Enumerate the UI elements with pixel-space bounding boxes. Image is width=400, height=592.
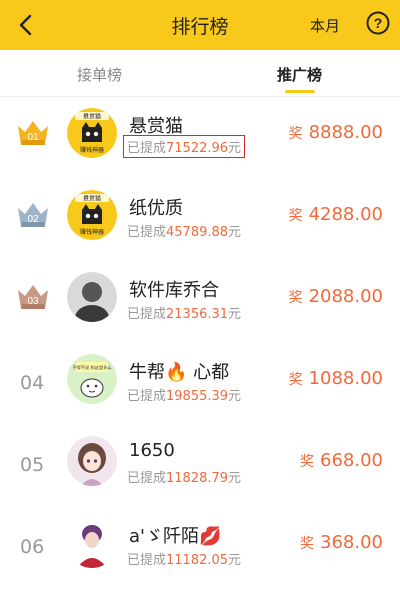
anime-girl-avatar [67, 436, 117, 486]
ranking-list: 01 悬赏猫 赚钱神器 悬赏猫 已提成71522.96元 奖8888.00 0 [0, 100, 400, 592]
avatar [67, 518, 117, 568]
ranking-row[interactable]: 01 悬赏猫 赚钱神器 悬赏猫 已提成71522.96元 奖 8888.00 [0, 100, 400, 182]
withdrawn-amount: 已提成45789.88元 [127, 225, 242, 240]
rank-number: 06 [20, 536, 45, 558]
reward-amount: 奖 8888.00 [288, 122, 383, 143]
page-title: 排行榜 [171, 16, 229, 38]
active-tab-indicator [285, 90, 315, 93]
withdrawn-amount: 已提成11182.05元 [127, 553, 242, 568]
rank-number: 03 [27, 296, 39, 307]
cat-logo-avatar: 悬赏猫 赚钱神器 [67, 108, 117, 158]
ranking-row[interactable]: 02 悬赏猫 赚钱神器 纸优质 已提成45789.88元 奖 4288.00 [0, 182, 400, 264]
person-avatar [67, 518, 117, 568]
svg-text:?: ? [374, 15, 383, 31]
avatar: 悬赏猫 赚钱神器 [67, 108, 117, 158]
cartoon-avatar: 不得不说 和这是多么 [67, 354, 117, 404]
reward-amount: 奖 4288.00 [288, 204, 383, 225]
withdrawn-amount: 已提成71522.96元 [123, 135, 246, 158]
cat-logo-avatar: 悬赏猫 赚钱神器 [67, 190, 117, 240]
avatar [67, 436, 117, 486]
user-name: 牛帮🔥 心都 [129, 362, 230, 383]
rank-number: 05 [20, 454, 45, 476]
ranking-row[interactable]: 05 1650 已提成11828.79元 奖 668.00 [0, 428, 400, 510]
ranking-row[interactable]: 03 软件库乔合 已提成21356.31元 奖 2088.00 [0, 264, 400, 346]
ranking-row[interactable]: 06 a'ゞ阡陌💋 已提成11182.05元 奖 368.00 [0, 510, 400, 592]
avatar: 悬赏猫 赚钱神器 [67, 190, 117, 240]
person-avatar [67, 272, 117, 322]
question-circle-icon[interactable]: ? [366, 11, 390, 35]
ranking-row[interactable]: 04 不得不说 和这是多么 牛帮🔥 心都 已提成19855.39元 奖 1088.… [0, 346, 400, 428]
withdrawn-amount: 已提成21356.31元 [127, 307, 242, 322]
avatar [67, 272, 117, 322]
svg-text:悬赏猫: 悬赏猫 [83, 113, 101, 121]
reward-amount: 奖 2088.00 [288, 286, 383, 307]
period-selector[interactable]: 本月 [310, 15, 340, 36]
tab-orders-ranking[interactable]: 接单榜 [77, 64, 122, 85]
bronze-crown-icon: 03 [18, 285, 48, 309]
tab-promotion-ranking[interactable]: 推广榜 [277, 64, 322, 85]
user-name: 1650 [129, 440, 175, 461]
rank-number: 01 [27, 132, 39, 143]
gold-crown-icon: 01 [18, 121, 48, 145]
withdrawn-amount: 已提成11828.79元 [127, 471, 242, 486]
silver-crown-icon: 02 [18, 203, 48, 227]
rank-number: 02 [27, 214, 39, 225]
avatar: 不得不说 和这是多么 [67, 354, 117, 404]
tab-bar: 接单榜 推广榜 [0, 50, 400, 97]
header-bar: 排行榜 本月 ? [0, 0, 400, 50]
svg-text:悬赏猫: 悬赏猫 [83, 195, 101, 203]
svg-text:赚钱神器: 赚钱神器 [80, 146, 104, 154]
svg-text:不得不说 和这是多么: 不得不说 和这是多么 [72, 364, 111, 371]
reward-amount: 奖 668.00 [300, 450, 383, 471]
withdrawn-amount: 已提成19855.39元 [127, 389, 242, 404]
reward-amount: 奖 1088.00 [288, 368, 383, 389]
user-name: 软件库乔合 [129, 280, 219, 301]
reward-amount: 奖 368.00 [300, 532, 383, 553]
user-name: 纸优质 [129, 198, 183, 219]
user-name: a'ゞ阡陌💋 [129, 526, 222, 547]
rank-number: 04 [20, 372, 45, 394]
svg-text:赚钱神器: 赚钱神器 [80, 228, 104, 236]
